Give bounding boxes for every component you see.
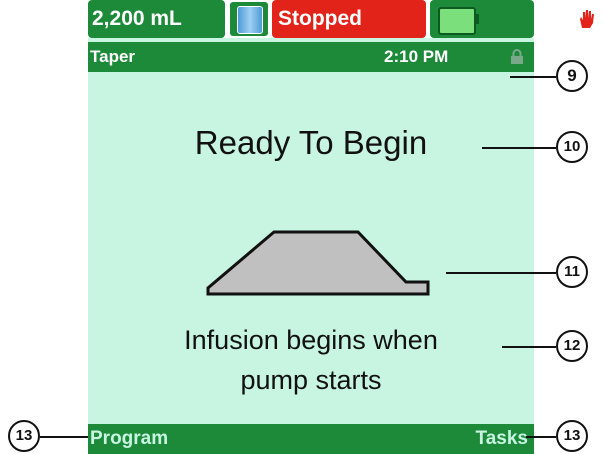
- lock-icon: [511, 49, 523, 64]
- softkey-bar: Program Tasks: [88, 424, 534, 454]
- callout-10-leader: [482, 147, 556, 149]
- callout-13-right-leader: [526, 436, 556, 438]
- callout-13-left-leader: [40, 436, 88, 438]
- header-bar: Taper 2:10 PM: [88, 42, 534, 72]
- callout-11-leader: [446, 272, 556, 274]
- taper-profile-graphic: [206, 230, 430, 296]
- callout-9: 9: [556, 60, 588, 92]
- ready-message: Ready To Begin: [194, 124, 428, 161]
- battery-icon: [438, 7, 476, 35]
- status-bar: 2,200 mL Stopped: [88, 0, 602, 38]
- callout-12-leader: [502, 346, 556, 348]
- callout-12: 12: [556, 330, 588, 362]
- info-line-2: pump starts: [240, 365, 382, 395]
- iv-bag-icon: [230, 2, 268, 36]
- pump-status-indicator: Stopped: [272, 0, 602, 38]
- stop-hand-icon: [572, 5, 602, 33]
- callout-10: 10: [556, 131, 588, 163]
- clock: 2:10 PM: [384, 47, 449, 66]
- volume-indicator: 2,200 mL: [88, 0, 225, 38]
- program-title: Taper: [90, 47, 136, 66]
- callout-13-right: 13: [556, 420, 588, 452]
- callout-13-left: 13: [8, 420, 40, 452]
- pump-screen: 2,200 mL Stopped Taper 2:10 PM Ready To …: [88, 0, 602, 454]
- callout-11: 11: [556, 256, 588, 288]
- status-text: Stopped: [278, 7, 362, 30]
- tasks-softkey[interactable]: Tasks: [476, 424, 528, 454]
- battery-indicator: [430, 0, 534, 38]
- program-softkey[interactable]: Program: [90, 424, 168, 454]
- info-message: Infusion begins when pump starts: [108, 320, 514, 400]
- callout-9-leader: [510, 76, 556, 78]
- info-line-1: Infusion begins when: [184, 325, 438, 355]
